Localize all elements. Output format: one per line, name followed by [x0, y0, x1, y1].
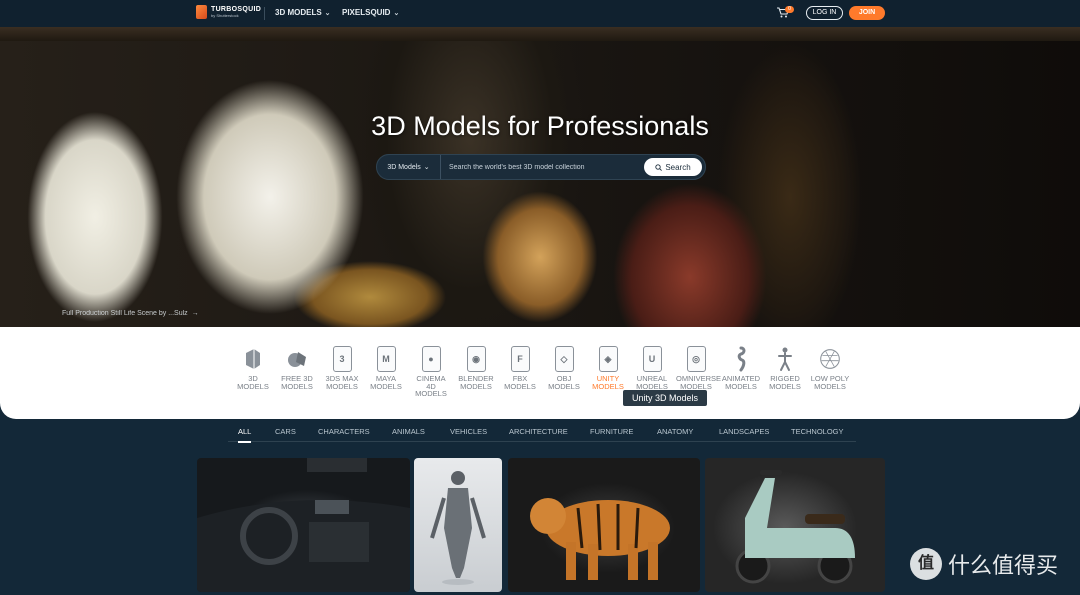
model-card-scooter[interactable] [705, 458, 885, 592]
category-cinema-4d-models[interactable]: ● CINEMA 4D MODELS [411, 345, 451, 398]
watermark-text: 什么值得买 [948, 554, 1059, 579]
hero-shelf [0, 27, 1080, 41]
tab-characters[interactable]: CHARACTERS [318, 427, 370, 436]
category-obj-models[interactable]: ◇ OBJ MODELS [544, 345, 584, 390]
omniverse-icon: ◎ [685, 345, 707, 373]
category-tabs: ALL CARS CHARACTERS ANIMALS VEHICLES ARC… [228, 424, 856, 443]
turbosquid-logo[interactable]: TURBOSQUID by Shutterstock [196, 5, 261, 19]
category-blender-models[interactable]: ◉ BLENDER MODELS [456, 345, 496, 390]
obj-icon: ◇ [553, 345, 575, 373]
arrow-right-icon: → [191, 310, 199, 317]
tab-animals[interactable]: ANIMALS [392, 427, 425, 436]
search-category-select[interactable]: 3D Models ⌄ [377, 155, 441, 179]
category-3d-models[interactable]: 3D MODELS [233, 345, 273, 390]
nav-divider [264, 7, 265, 20]
tab-furniture[interactable]: FURNITURE [590, 427, 633, 436]
model-card-tiger[interactable] [508, 458, 700, 592]
category-omniverse-models[interactable]: ◎ OMNIVERSE MODELS [676, 345, 721, 390]
category-fbx-models[interactable]: F FBX MODELS [500, 345, 540, 390]
category-free-3d-models[interactable]: FREE 3D MODELS [277, 345, 317, 390]
category-maya-models[interactable]: M MAYA MODELS [366, 345, 406, 390]
knight-image [430, 471, 486, 585]
tab-landscapes[interactable]: LANDSCAPES [719, 427, 769, 436]
blender-icon: ◉ [465, 345, 487, 373]
maya-icon: M [375, 345, 397, 373]
search-bar: 3D Models ⌄ Search [376, 154, 706, 180]
login-button[interactable]: LOG IN [806, 6, 843, 20]
low-poly-icon [819, 345, 841, 373]
unreal-icon: U [641, 345, 663, 373]
hero-banner: 3D Models for Professionals 3D Models ⌄ … [0, 27, 1080, 327]
join-button[interactable]: JOIN [849, 6, 885, 20]
cart-count-badge: 0 [785, 6, 794, 13]
tab-anatomy[interactable]: ANATOMY [657, 427, 693, 436]
category-panel: 3D MODELS FREE 3D MODELS 3 3DS MAX MODEL… [0, 327, 1080, 419]
unity-icon: ◈ [597, 345, 619, 373]
nav-menu-pixelsquid[interactable]: PIXELSQUID ⌄ [342, 8, 399, 17]
hero-title: 3D Models for Professionals [371, 111, 709, 141]
category-rigged-models[interactable]: RIGGED MODELS [765, 345, 805, 390]
model-card-knight[interactable] [414, 458, 502, 592]
category-unreal-models[interactable]: U UNREAL MODELS [632, 345, 672, 390]
search-icon [655, 163, 663, 171]
chevron-down-icon: ⌄ [324, 9, 331, 17]
tab-all[interactable]: ALL [238, 427, 252, 443]
rigged-icon [774, 345, 796, 373]
unity-tooltip: Unity 3D Models [623, 390, 707, 406]
squid-logo-icon [196, 5, 207, 19]
cube-icon [242, 345, 264, 373]
hero-caption-link[interactable]: Full Production Still Life Scene by ...S… [62, 310, 199, 317]
fbx-icon: F [509, 345, 531, 373]
site-watermark: 值 什么值得买 [910, 548, 1058, 580]
free-3d-icon [286, 345, 308, 373]
category-animated-models[interactable]: ANIMATED MODELS [721, 345, 761, 390]
chevron-down-icon: ⌄ [423, 164, 430, 171]
category-3ds-max-models[interactable]: 3 3DS MAX MODELS [322, 345, 362, 390]
tab-architecture[interactable]: ARCHITECTURE [509, 427, 568, 436]
model-card-car-interior[interactable] [197, 458, 410, 592]
category-unity-models[interactable]: ◈ UNITY MODELS [588, 345, 628, 390]
3ds-max-icon: 3 [331, 345, 353, 373]
tab-technology[interactable]: TECHNOLOGY [791, 427, 844, 436]
animated-icon [730, 345, 752, 373]
tab-cars[interactable]: CARS [275, 427, 296, 436]
cart-button[interactable]: 0 [776, 6, 794, 20]
scooter-image [735, 470, 855, 584]
tiger-image [530, 498, 670, 580]
nav-menu-3d-models[interactable]: 3D MODELS ⌄ [275, 8, 331, 17]
watermark-badge: 值 [910, 548, 942, 580]
cinema4d-icon: ● [420, 345, 442, 373]
brand-name: TURBOSQUID [211, 6, 262, 13]
top-nav: TURBOSQUID by Shutterstock 3D MODELS ⌄ P… [0, 0, 1080, 27]
brand-sub: by Shutterstock [211, 13, 239, 18]
category-low-poly-models[interactable]: LOW POLY MODELS [810, 345, 850, 390]
chevron-down-icon: ⌄ [393, 9, 400, 17]
search-button[interactable]: Search [644, 158, 702, 176]
car-interior-image [197, 458, 410, 592]
tab-vehicles[interactable]: VEHICLES [450, 427, 487, 436]
search-input[interactable] [441, 155, 644, 179]
